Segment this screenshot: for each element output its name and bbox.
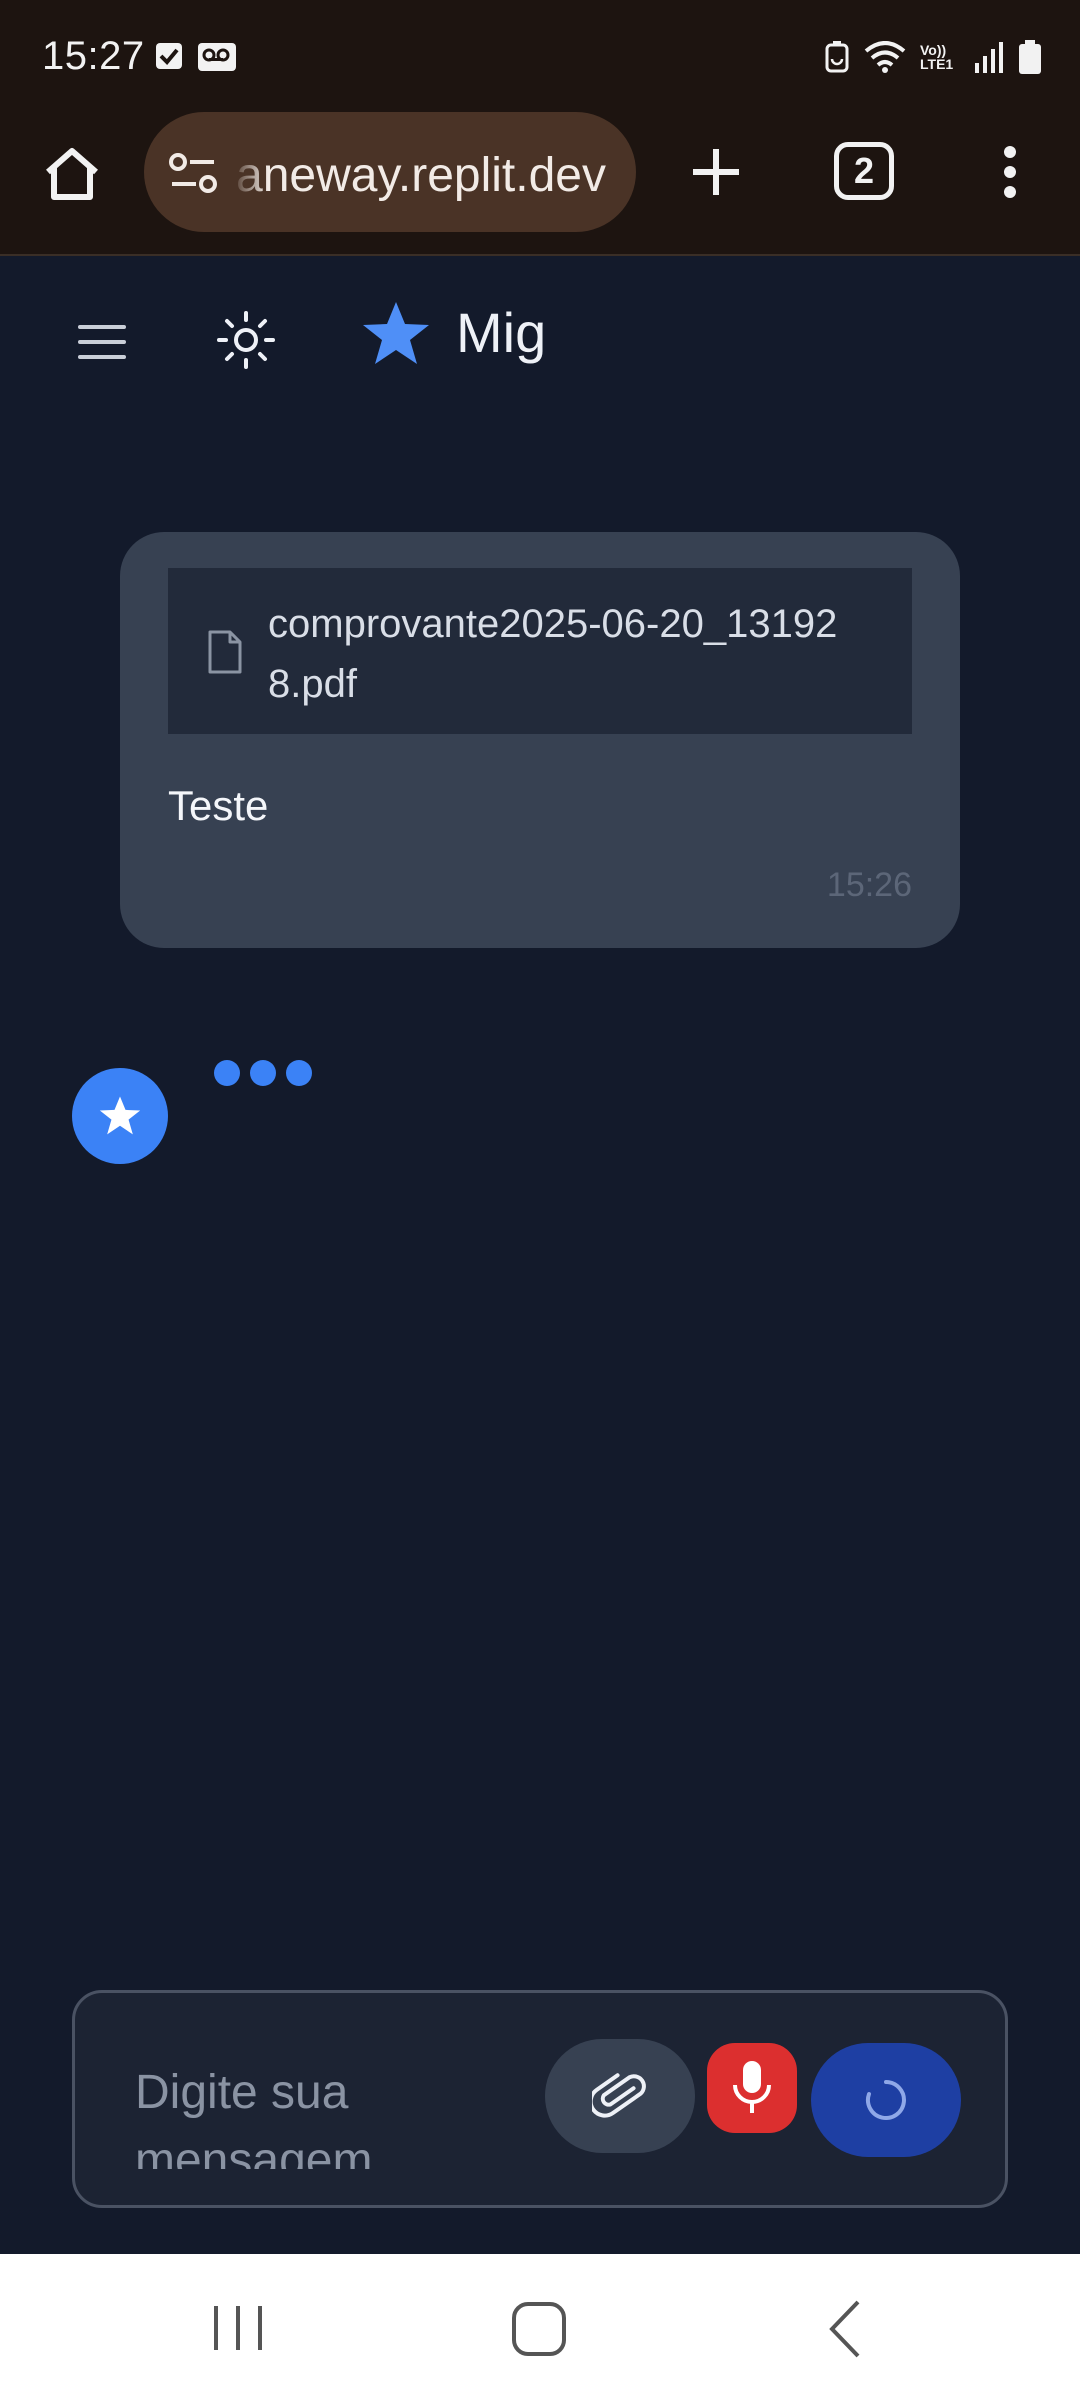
- attachment-filename: comprovante2025-06-20_131928.pdf: [268, 602, 838, 706]
- status-time: 15:27: [42, 34, 145, 78]
- assistant-avatar: [72, 1068, 168, 1164]
- typing-dot: [250, 1060, 276, 1086]
- volte-icon: Vo)) LTE1: [920, 42, 954, 72]
- message-text: Teste: [168, 782, 269, 829]
- checkbox-icon: [156, 43, 182, 69]
- brand-name: Mig: [456, 301, 547, 364]
- message-composer: Digite sua mensagem...: [72, 1990, 1008, 2208]
- voice-record-button[interactable]: [707, 2043, 797, 2133]
- star-icon: [99, 1096, 141, 1135]
- message-input[interactable]: Digite sua mensagem...: [135, 2059, 455, 2169]
- new-tab-button[interactable]: [680, 136, 752, 208]
- battery-icon: [1019, 40, 1041, 74]
- paperclip-icon: [592, 2073, 646, 2118]
- send-button[interactable]: [811, 2043, 961, 2157]
- user-message-bubble: comprovante2025-06-20_131928.pdf Teste 1…: [120, 532, 960, 948]
- attach-button[interactable]: [545, 2039, 695, 2153]
- typing-dot: [214, 1060, 240, 1086]
- more-vert-icon: [1004, 146, 1016, 198]
- browser-home-button[interactable]: [36, 138, 108, 210]
- brand-star-icon: [363, 302, 429, 364]
- theme-toggle-button[interactable]: [208, 302, 284, 378]
- address-bar[interactable]: aneway.replit.dev: [144, 112, 636, 232]
- battery-saver-icon: [825, 41, 849, 73]
- menu-button[interactable]: [62, 306, 142, 378]
- typing-dot: [286, 1060, 312, 1086]
- system-nav-bar: [0, 2254, 1080, 2400]
- browser-menu-button[interactable]: [990, 136, 1030, 208]
- wifi-icon: [864, 41, 906, 73]
- loading-spinner-icon: [865, 2080, 906, 2120]
- typing-indicator: [214, 1060, 312, 1086]
- hamburger-icon: [78, 325, 126, 359]
- message-timestamp: 15:26: [826, 866, 912, 904]
- home-nav-icon[interactable]: [508, 2298, 570, 2360]
- plus-icon: [693, 149, 739, 195]
- address-url[interactable]: aneway.replit.dev: [236, 148, 606, 203]
- recent-apps-icon[interactable]: [208, 2300, 268, 2356]
- site-settings-icon[interactable]: [166, 146, 222, 202]
- back-icon[interactable]: [820, 2296, 870, 2362]
- browser-toolbar: aneway.replit.dev 2: [0, 108, 1080, 256]
- home-icon: [46, 148, 98, 200]
- status-bar: 15:27 Vo)) LTE1: [0, 0, 1080, 108]
- app-header: Mig: [0, 258, 1080, 408]
- voicemail-icon: [198, 43, 236, 71]
- file-icon: [208, 630, 242, 674]
- signal-icon: [975, 42, 1003, 73]
- tab-switcher-button[interactable]: 2: [834, 142, 894, 200]
- attachment-card[interactable]: comprovante2025-06-20_131928.pdf: [168, 568, 912, 734]
- sun-icon: [217, 311, 275, 369]
- microphone-icon: [733, 2061, 771, 2113]
